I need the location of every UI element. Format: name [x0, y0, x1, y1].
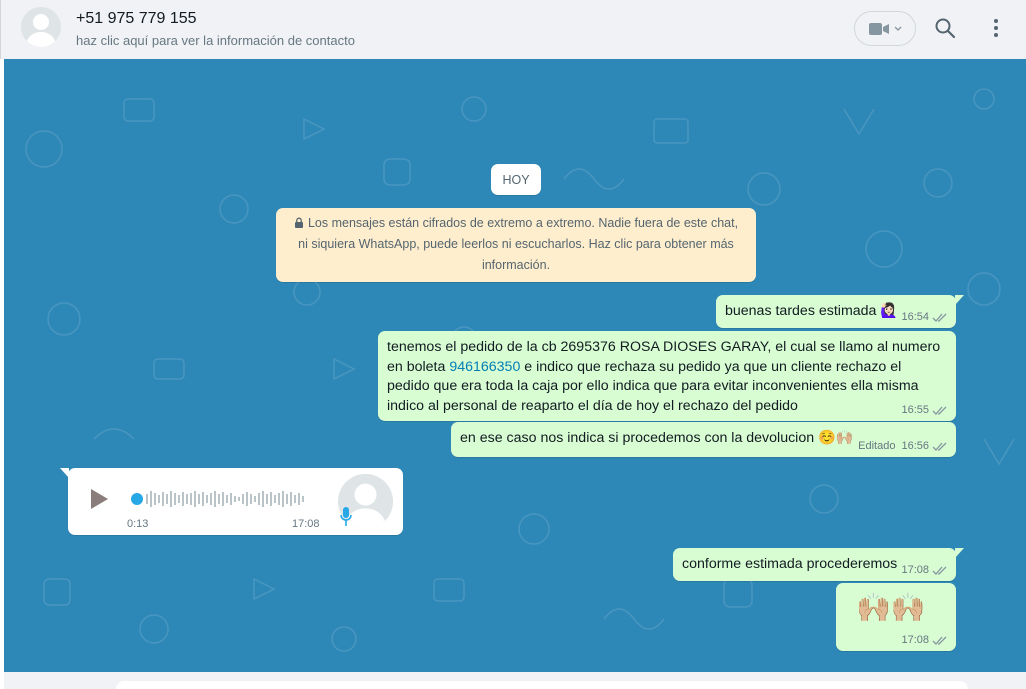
message-text: conforme estimada procederemos	[682, 556, 898, 572]
menu-icon	[994, 19, 998, 37]
smile-raising-hands-emoji: ☺️🙌🏼	[818, 430, 854, 446]
search-icon	[935, 18, 956, 39]
video-call-icon	[869, 22, 889, 35]
message-time: 16:56	[901, 440, 929, 452]
compose-bar	[4, 672, 1026, 689]
default-avatar-icon	[21, 7, 61, 47]
chat-header: +51 975 779 155 haz clic aquí para ver l…	[0, 0, 1026, 59]
outgoing-message[interactable]: conforme estimada procederemos 17:08	[673, 548, 964, 581]
edited-label: Editado	[858, 440, 896, 452]
raising-hands-emoji: 🙌🏼🙌🏼	[856, 592, 926, 623]
message-meta: 17:08	[901, 634, 948, 646]
message-input[interactable]	[116, 681, 968, 689]
outgoing-message[interactable]: buenas tardes estimada 🙋🏻‍♀️ 16:54	[716, 295, 964, 328]
video-call-button[interactable]	[854, 11, 916, 46]
message-meta: 16:54	[901, 311, 948, 323]
outgoing-message[interactable]: tenemos el pedido de la cb 2695376 ROSA …	[378, 331, 956, 421]
play-icon[interactable]	[88, 488, 110, 510]
double-check-icon	[932, 406, 947, 415]
conversation-panel[interactable]: HOY Los mensajes están cifrados de extre…	[4, 59, 1026, 672]
message-time: 17:08	[901, 564, 929, 576]
voice-duration: 0:13	[127, 518, 149, 530]
double-check-icon	[932, 442, 947, 451]
message-text: en ese caso nos indica si procedemos con…	[460, 430, 854, 446]
menu-button[interactable]	[984, 16, 1008, 40]
outgoing-emoji-message[interactable]: 🙌🏼🙌🏼 17:08	[836, 583, 956, 651]
message-time: 17:08	[292, 518, 320, 530]
double-check-icon	[932, 636, 947, 645]
message-text: buenas tardes estimada 🙋🏻‍♀️	[725, 303, 899, 319]
encryption-notice[interactable]: Los mensajes están cifrados de extremo a…	[276, 208, 756, 282]
woman-raising-hand-emoji: 🙋🏻‍♀️	[880, 303, 899, 319]
contact-avatar[interactable]	[21, 7, 61, 47]
double-check-icon	[932, 566, 947, 575]
encryption-notice-text: Los mensajes están cifrados de extremo a…	[298, 216, 739, 272]
phone-link[interactable]: 946166350	[449, 359, 520, 375]
message-meta: Editado 16:56	[858, 440, 948, 452]
incoming-voice-message[interactable]: 0:13 17:08	[60, 468, 403, 535]
bubble-tail	[60, 468, 69, 478]
search-button[interactable]	[933, 16, 957, 40]
double-check-icon	[932, 313, 947, 322]
contact-name[interactable]: +51 975 779 155	[76, 10, 197, 28]
chevron-down-icon	[894, 26, 902, 31]
message-meta: 16:55	[901, 404, 948, 416]
bubble-tail	[955, 295, 964, 305]
message-time: 16:54	[901, 311, 929, 323]
outgoing-message[interactable]: en ese caso nos indica si procedemos con…	[451, 422, 956, 457]
contact-info-hint[interactable]: haz clic aquí para ver la información de…	[76, 33, 355, 48]
date-separator: HOY	[491, 164, 541, 195]
audio-waveform[interactable]	[130, 488, 312, 510]
message-time: 16:55	[901, 404, 929, 416]
message-time: 17:08	[901, 634, 929, 646]
bubble-tail	[955, 548, 964, 558]
message-text: tenemos el pedido de la cb 2695376 ROSA …	[387, 339, 941, 414]
lock-icon	[294, 217, 303, 228]
message-meta: 17:08	[901, 564, 948, 576]
microphone-icon	[340, 507, 352, 526]
